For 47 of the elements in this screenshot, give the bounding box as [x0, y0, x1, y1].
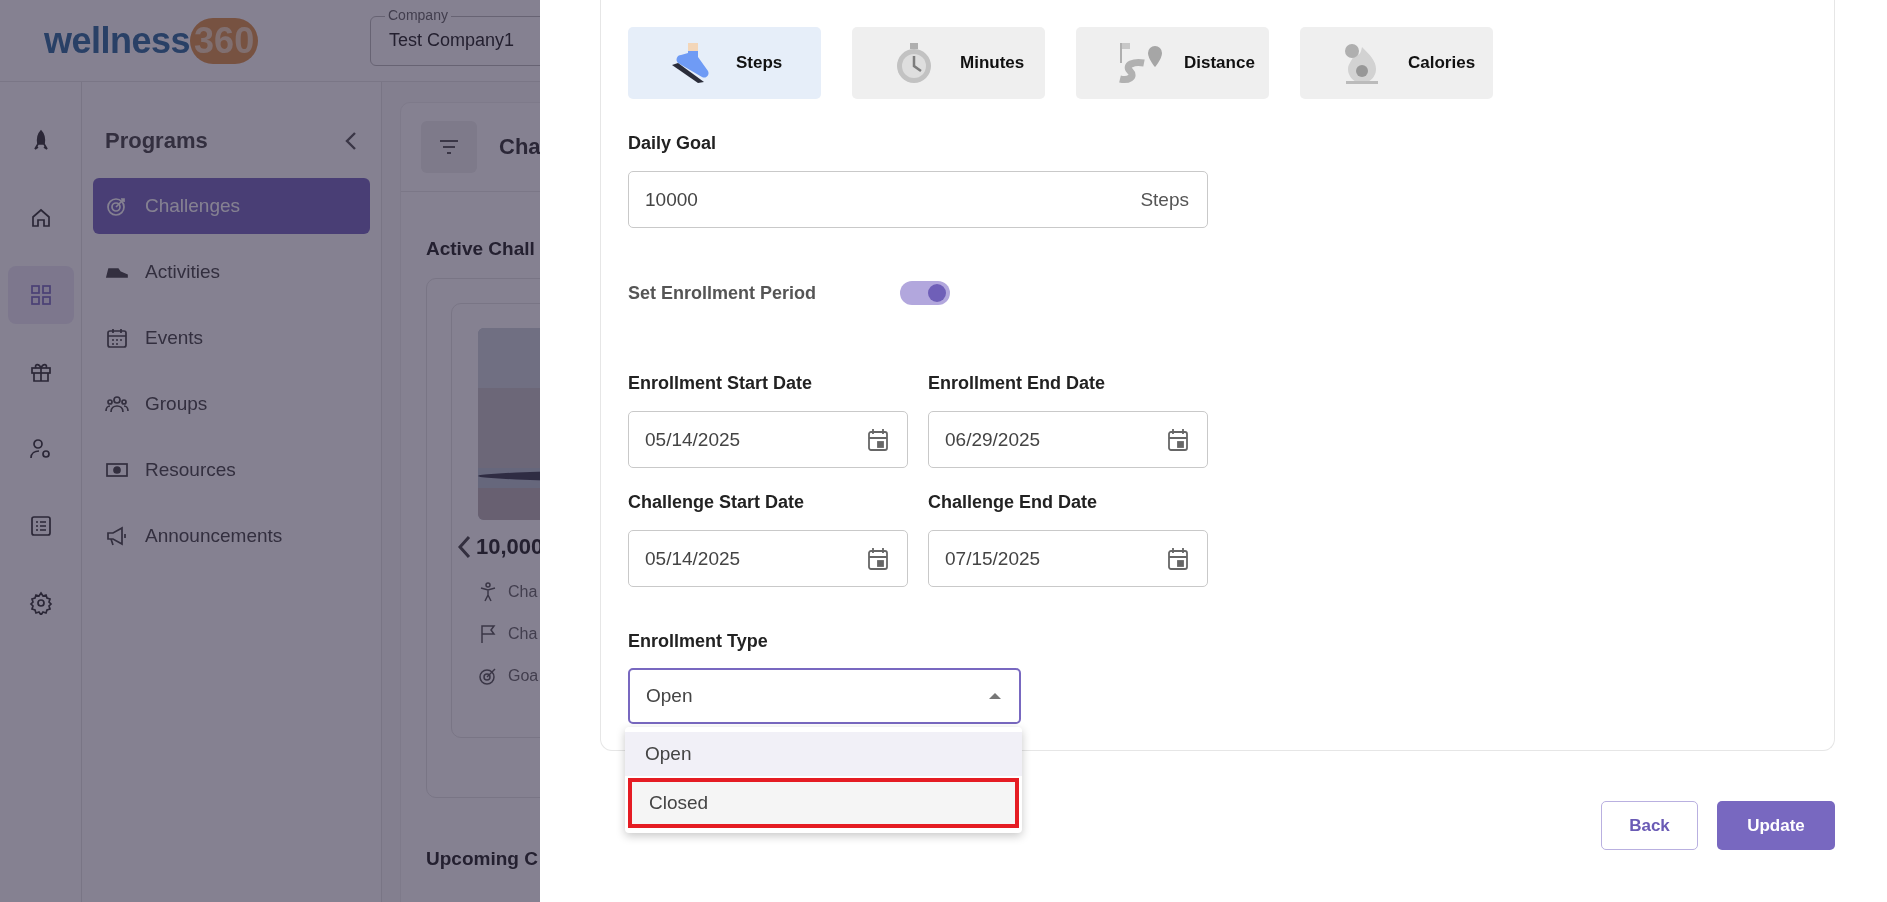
metric-tab[interactable]: Distance	[1076, 27, 1269, 99]
sidebar-title: Programs	[105, 128, 208, 154]
calendar-icon[interactable]	[1167, 427, 1189, 452]
metric-tab[interactable]: Calories	[1300, 27, 1493, 99]
dropdown-option[interactable]: Open	[625, 732, 1022, 776]
field-label: Enrollment Start Date	[628, 373, 814, 393]
daily-goal-field[interactable]: 10000 Steps	[628, 171, 1208, 228]
field-label: Challenge End Date	[928, 492, 1099, 512]
card-detail: Cha	[508, 625, 538, 643]
date-field[interactable]: 05/14/2025	[628, 530, 908, 587]
field-label: Daily Goal	[628, 133, 718, 153]
card-detail: Goa	[508, 667, 539, 685]
metric-tab[interactable]: Minutes	[852, 27, 1045, 99]
person-icon	[478, 582, 498, 602]
enrollment-type-select[interactable]: Open	[628, 668, 1021, 724]
date-field[interactable]: 05/14/2025	[628, 411, 908, 468]
date-field[interactable]: 07/15/2025	[928, 530, 1208, 587]
toggle-switch[interactable]	[900, 281, 951, 305]
megaphone-icon	[105, 525, 129, 547]
calendar-icon[interactable]	[1167, 546, 1189, 571]
field-label: Enrollment End Date	[928, 373, 1107, 393]
metric-tab[interactable]: Steps	[628, 27, 821, 99]
calendar-icon[interactable]	[867, 546, 889, 571]
page-title: Cha	[499, 134, 541, 160]
update-button[interactable]: Update	[1717, 801, 1835, 850]
field-label: Challenge Start Date	[628, 492, 806, 512]
card-detail: Cha	[508, 583, 538, 601]
collapse-icon[interactable]	[344, 131, 358, 151]
filter-button[interactable]	[421, 121, 477, 173]
section-title: Upcoming C	[426, 848, 538, 870]
date-field[interactable]: 06/29/2025	[928, 411, 1208, 468]
calendar-icon[interactable]	[867, 427, 889, 452]
card-title: 10,000	[476, 534, 544, 560]
caret-icon	[989, 692, 1001, 700]
people-icon	[105, 393, 129, 415]
flag-icon	[478, 624, 498, 644]
calendar-icon	[105, 327, 129, 349]
filter-icon	[438, 139, 460, 155]
target-icon	[478, 666, 498, 686]
grid-icon[interactable]	[7, 266, 74, 324]
section-title: Active Chall	[426, 238, 536, 260]
previous-icon[interactable]	[456, 535, 472, 559]
toggle-label: Set Enrollment Period	[628, 282, 817, 304]
field-label: Enrollment Type	[628, 631, 769, 651]
back-button[interactable]: Back	[1601, 801, 1698, 850]
dropdown-option[interactable]: Closed	[628, 778, 1019, 828]
unit-label: Steps	[1140, 188, 1189, 211]
